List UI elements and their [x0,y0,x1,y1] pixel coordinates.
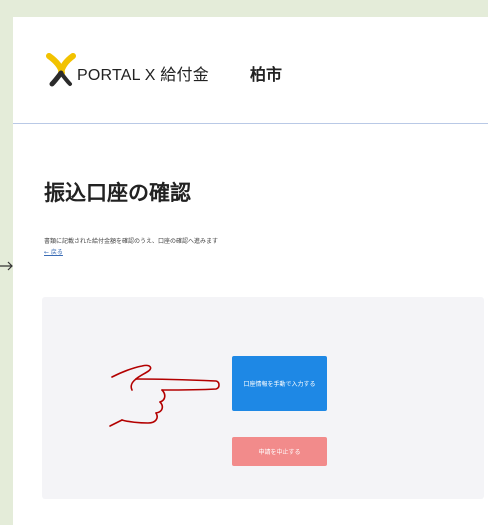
manual-entry-button[interactable]: 口座情報を手動で入力する [232,356,327,411]
site-header: PORTAL X 給付金 柏市 [13,17,488,124]
page-description: 書類に記載された給付金額を確認のうえ、口座の確認へ進みます [44,238,219,245]
pointing-hand-icon [109,364,220,427]
cancel-application-button[interactable]: 申請を中止する [232,437,327,466]
page-title: 振込口座の確認 [44,181,191,205]
back-link[interactable]: ← 戻る [44,247,63,256]
arrow-right-icon [0,261,13,271]
municipality-name: 柏市 [250,65,283,84]
brand-name: PORTAL X 給付金 [77,67,209,84]
portal-x-logo-icon [46,53,76,87]
page-container: PORTAL X 給付金 柏市 振込口座の確認 書類に記載された給付金額を確認の… [13,17,488,525]
